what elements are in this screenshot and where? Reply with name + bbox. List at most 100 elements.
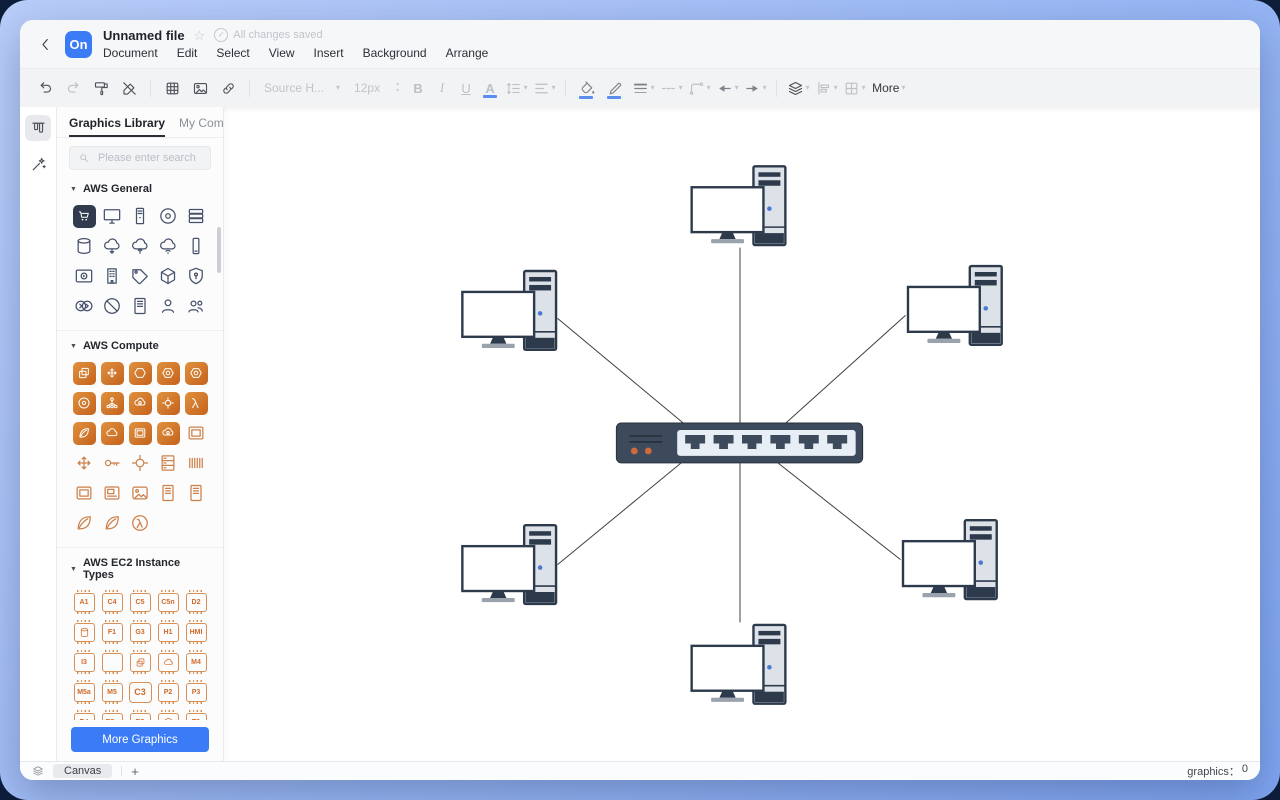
shape-ec2-P3[interactable]: P3 [182, 680, 210, 704]
shape-ec2-C5n[interactable]: C5n [154, 590, 182, 614]
italic-button[interactable]: I [431, 76, 453, 100]
shape-ec2-spot[interactable] [154, 710, 182, 720]
snap-grid-icon[interactable] [159, 76, 185, 100]
layers-icon[interactable]: ▾ [785, 76, 811, 100]
shape-ec2-db[interactable] [70, 620, 98, 644]
shape-generic-server[interactable] [126, 294, 154, 318]
shape-ec2-HMI[interactable]: HMI [182, 620, 210, 644]
shape-marketplace[interactable] [70, 204, 98, 228]
shape-traditional-server[interactable] [126, 204, 154, 228]
shape-ec2-P2[interactable]: P2 [154, 680, 182, 704]
undo-icon[interactable] [32, 76, 58, 100]
section-header-2[interactable]: ▼ AWS EC2 Instance Types [57, 548, 223, 584]
shape-shield-security[interactable] [182, 264, 210, 288]
shape-cloud-upload[interactable] [126, 234, 154, 258]
shape-ec2-C3[interactable]: C3 [126, 680, 154, 704]
shape-instance-with-monitor[interactable] [98, 481, 126, 505]
menu-view[interactable]: View [269, 46, 295, 61]
shape-instance-contents[interactable] [154, 481, 182, 505]
shape-elastic-block-store[interactable] [182, 421, 210, 445]
shape-auto-scaling[interactable] [98, 361, 126, 385]
shape-fast-forward[interactable] [70, 294, 98, 318]
canvas-page-tab[interactable]: Canvas [53, 764, 112, 778]
shape-ec2-C5[interactable]: C5 [126, 590, 154, 614]
shape-ec2-blank[interactable] [98, 650, 126, 674]
table-icon[interactable]: ▾ [841, 76, 867, 100]
diagram-canvas[interactable] [224, 107, 1260, 761]
computer-bottom[interactable] [692, 625, 786, 704]
shape-habitat-leaf[interactable] [70, 511, 98, 535]
shape-ec2-container-service[interactable] [126, 361, 154, 385]
shape-elastic-fabric[interactable] [70, 391, 98, 415]
shape-ec2-H1[interactable]: H1 [154, 620, 182, 644]
computer-top[interactable] [692, 166, 786, 245]
shape-compute-optimizer[interactable] [126, 391, 154, 415]
font-family-select[interactable]: Source H...▾ [258, 81, 346, 95]
shape-ec2-T2[interactable]: T2 [182, 710, 210, 720]
insert-image-icon[interactable] [187, 76, 213, 100]
connector-line[interactable] [778, 463, 901, 560]
line-style-icon[interactable]: ▾ [658, 76, 684, 100]
tab-my-component[interactable]: My Component [179, 107, 224, 137]
shape-ec2-cloud[interactable] [154, 650, 182, 674]
computer-lower-left[interactable] [462, 525, 556, 604]
arrow-start-icon[interactable]: ▾ [714, 76, 740, 100]
font-color-button[interactable]: A [479, 76, 501, 100]
shape-lightsail[interactable] [70, 421, 98, 445]
shape-ec2-cloud[interactable] [98, 421, 126, 445]
shape-ec2-F1[interactable]: F1 [98, 620, 126, 644]
back-button[interactable] [34, 33, 56, 55]
shape-aws-outposts[interactable] [154, 391, 182, 415]
shape-cloud-connected[interactable] [154, 234, 182, 258]
shape-ec2-M5[interactable]: M5 [98, 680, 126, 704]
shape-auto-scaling-group[interactable] [70, 451, 98, 475]
shape-tag[interactable] [126, 264, 154, 288]
redo-icon[interactable] [60, 76, 86, 100]
shape-sdk-cube[interactable] [154, 264, 182, 288]
menu-edit[interactable]: Edit [177, 46, 198, 61]
menu-background[interactable]: Background [363, 46, 427, 61]
menu-select[interactable]: Select [216, 46, 249, 61]
insert-link-icon[interactable] [215, 76, 241, 100]
shape-disconnect[interactable] [98, 294, 126, 318]
shape-serverless[interactable] [126, 511, 154, 535]
magic-wand-button[interactable] [25, 151, 51, 177]
shape-mobile-client[interactable] [182, 234, 210, 258]
shape-golden-image[interactable] [126, 481, 154, 505]
line-weight-icon[interactable]: ▾ [630, 76, 656, 100]
font-size-select[interactable]: 12px▴▾ [348, 81, 405, 95]
shape-ec2-I3[interactable]: I3 [70, 650, 98, 674]
more-menu-button[interactable]: More▾ [869, 76, 908, 100]
line-color-icon[interactable] [602, 76, 628, 100]
shape-ec2-R4[interactable]: R4 [70, 710, 98, 720]
connector-line[interactable] [558, 463, 682, 565]
shape-amazon-ec2[interactable] [70, 361, 98, 385]
arrow-end-icon[interactable]: ▾ [742, 76, 768, 100]
menu-insert[interactable]: Insert [314, 46, 344, 61]
shape-ami[interactable] [70, 481, 98, 505]
line-height-icon[interactable]: ▾ [503, 76, 529, 100]
shape-disk[interactable] [154, 204, 182, 228]
underline-button[interactable]: U [455, 76, 477, 100]
add-page-button[interactable]: + [131, 765, 139, 778]
shape-users[interactable] [182, 294, 210, 318]
shape-sprout[interactable] [98, 511, 126, 535]
shape-ec2-M4[interactable]: M4 [182, 650, 210, 674]
text-align-icon[interactable]: ▾ [531, 76, 557, 100]
file-title[interactable]: Unnamed file [103, 28, 185, 43]
shape-ec2-C4[interactable]: C4 [98, 590, 126, 614]
shape-instance-list[interactable] [182, 481, 210, 505]
clear-format-icon[interactable] [116, 76, 142, 100]
shape-ec2-G3[interactable]: G3 [126, 620, 154, 644]
shape-aws-batch[interactable] [98, 391, 126, 415]
computer-upper-right[interactable] [908, 266, 1002, 345]
computer-upper-left[interactable] [462, 271, 556, 350]
shape-database[interactable] [70, 234, 98, 258]
network-switch[interactable] [616, 423, 862, 463]
shape-ec2-stack[interactable] [126, 650, 154, 674]
computer-lower-right[interactable] [903, 520, 997, 599]
shape-ec2-R5a[interactable]: R5a [98, 710, 126, 720]
search-input[interactable] [96, 151, 202, 165]
shape-simulation-server[interactable] [182, 451, 210, 475]
shape-ec2-R5[interactable]: R5 [126, 710, 154, 720]
